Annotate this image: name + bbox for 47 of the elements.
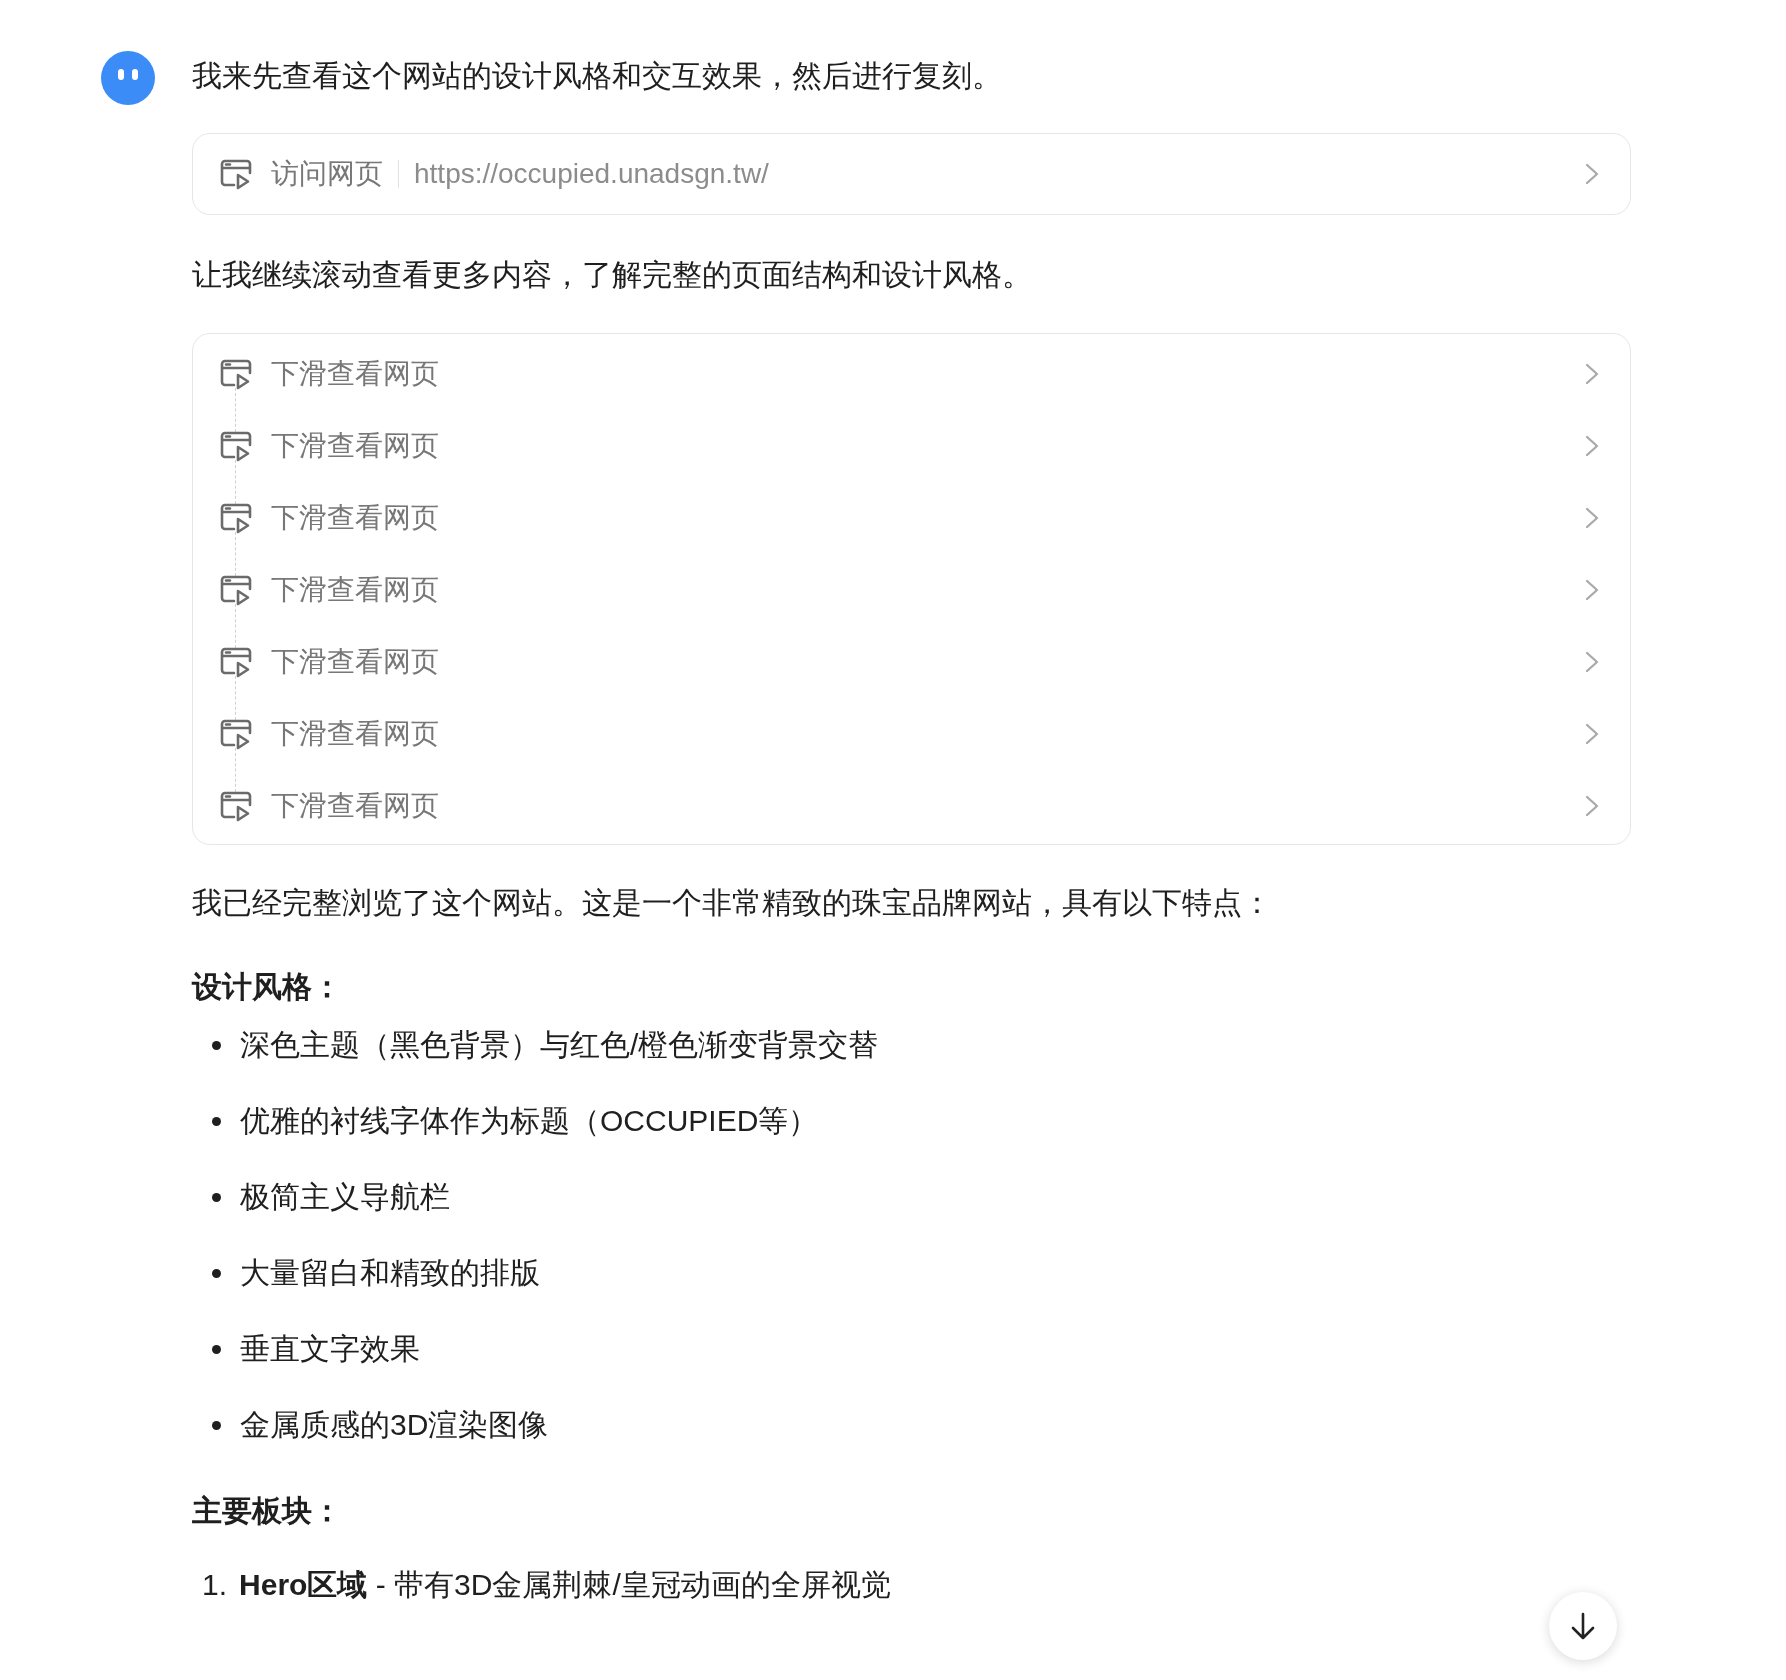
scroll-webpage-step[interactable]: 下滑查看网页 [193,644,1630,680]
bullet-icon [212,1420,221,1430]
scroll-webpage-step[interactable]: 下滑查看网页 [193,500,1630,536]
bullet-icon [212,1116,221,1126]
bullet-icon [212,1192,221,1202]
chevron-right-icon [1584,794,1600,818]
scroll-webpage-step[interactable]: 下滑查看网页 [193,572,1630,608]
chevron-right-icon [1584,362,1600,386]
paragraph: 我已经完整浏览了这个网站。这是一个非常精致的珠宝品牌网站，具有以下特点： [192,885,1273,921]
step-label: 下滑查看网页 [271,645,440,679]
chevron-right-icon [1584,650,1600,674]
step-label: 访问网页 [271,157,383,191]
scroll-webpage-step[interactable]: 下滑查看网页 [193,356,1630,392]
chevron-right-icon [1584,578,1600,602]
chevron-right-icon [1584,162,1600,186]
scroll-down-button[interactable] [1549,1592,1617,1660]
paragraph: 让我继续滚动查看更多内容，了解完整的页面结构和设计风格。 [192,257,1033,293]
step-label: 下滑查看网页 [271,357,440,391]
step-label: 下滑查看网页 [271,717,440,751]
list-item-text: 深色主题（黑色背景）与红色/橙色渐变背景交替 [240,1027,879,1063]
bullet-icon [212,1344,221,1354]
list-item-text: 优雅的衬线字体作为标题（OCCUPIED等） [240,1103,819,1139]
step-label: 下滑查看网页 [271,429,440,463]
section-heading: 主要板块： [192,1493,343,1529]
bullet-icon [212,1268,221,1278]
step-label: 下滑查看网页 [271,573,440,607]
chevron-right-icon [1584,434,1600,458]
step-label: 下滑查看网页 [271,501,440,535]
chevron-right-icon [1584,506,1600,530]
visit-webpage-step[interactable]: 访问网页 https://occupied.unadsgn.tw/ [192,133,1631,215]
list-item-text: 金属质感的3D渲染图像 [240,1407,549,1443]
scroll-webpage-step[interactable]: 下滑查看网页 [193,428,1630,464]
assistant-avatar-icon [100,50,156,106]
section-heading: 设计风格： [192,969,343,1005]
list-item-text: 大量留白和精致的排版 [240,1255,540,1291]
list-item-text: Hero区域 - 带有3D金属荆棘/皇冠动画的全屏视觉 [239,1567,891,1603]
list-item-text: 极简主义导航栏 [240,1179,450,1215]
list-number: 1. [202,1567,228,1603]
list-item-text: 垂直文字效果 [240,1331,420,1367]
chevron-right-icon [1584,722,1600,746]
paragraph: 我来先查看这个网站的设计风格和交互效果，然后进行复刻。 [192,58,1003,94]
down-arrow-icon [1570,1611,1596,1641]
scroll-webpage-step[interactable]: 下滑查看网页 [193,788,1630,824]
bullet-icon [212,1040,221,1050]
url-text: https://occupied.unadsgn.tw/ [414,157,770,191]
scroll-webpage-step[interactable]: 下滑查看网页 [193,716,1630,752]
step-label: 下滑查看网页 [271,789,440,823]
